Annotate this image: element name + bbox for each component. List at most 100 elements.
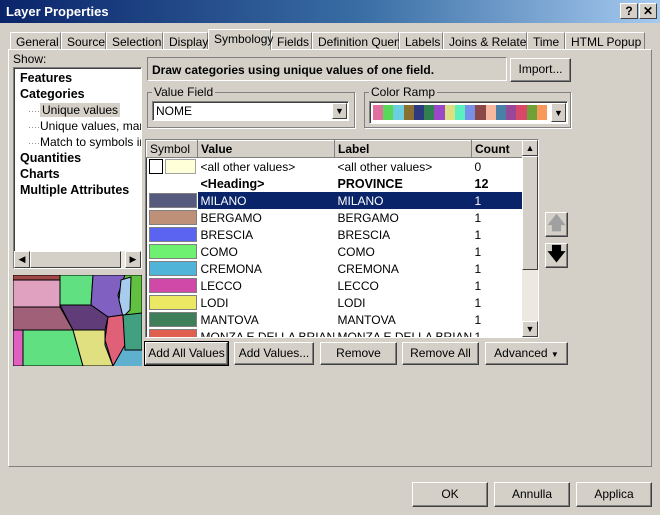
map-preview <box>13 275 142 366</box>
count-cell: 1 <box>471 192 523 209</box>
scroll-down-button[interactable]: ▼ <box>522 321 538 337</box>
symbol-swatch <box>148 244 197 259</box>
window-title: Layer Properties <box>6 4 109 19</box>
tab-selection[interactable]: Selection <box>106 32 163 50</box>
table-row[interactable]: LECCO LECCO 1 <box>147 277 523 294</box>
close-button[interactable]: ✕ <box>639 3 657 19</box>
value-field-value: NOME <box>156 104 192 118</box>
symbol-swatch <box>148 261 197 276</box>
count-cell: 1 <box>474 329 482 338</box>
add-all-values-button[interactable]: Add All Values <box>144 341 229 366</box>
count-cell: 1 <box>474 261 482 276</box>
tree-item[interactable]: ····Match to symbols in a <box>20 134 141 150</box>
table-row[interactable]: MANTOVA MANTOVA 1 <box>147 311 523 328</box>
col-symbol[interactable]: Symbol <box>146 140 198 158</box>
ok-button[interactable]: OK <box>412 482 488 507</box>
ramp-swatch <box>516 105 527 120</box>
col-value[interactable]: Value <box>197 140 335 158</box>
help-button[interactable]: ? <box>620 3 638 19</box>
tree-item[interactable]: ····Unique values, many <box>20 118 141 134</box>
tree-connector: ···· <box>28 138 40 148</box>
symbol-cell[interactable] <box>147 226 198 243</box>
table-vscrollbar[interactable]: ▲ ▼ <box>522 140 538 337</box>
symbol-cell[interactable] <box>147 209 198 226</box>
table-row[interactable]: BRESCIA BRESCIA 1 <box>147 226 523 243</box>
table-row[interactable]: CREMONA CREMONA 1 <box>147 260 523 277</box>
symbol-cell[interactable] <box>147 260 198 277</box>
label-cell: LODI <box>337 295 366 310</box>
label-cell: MILANO <box>334 192 472 209</box>
tree-item[interactable]: Quantities <box>20 150 141 166</box>
remove-button[interactable]: Remove <box>320 342 397 365</box>
symbol-swatch <box>148 312 197 327</box>
chevron-down-icon[interactable]: ▼ <box>332 103 347 119</box>
label-cell: MONZA E DELLA BRIANZA <box>337 329 472 338</box>
scroll-up-button[interactable]: ▲ <box>522 140 538 156</box>
col-count[interactable]: Count <box>471 140 523 158</box>
table-row[interactable]: MONZA E DELLA BRIANZAMONZA E DELLA BRIAN… <box>147 328 523 338</box>
value-field-group: Value Field NOME ▼ <box>147 85 355 128</box>
show-tree[interactable]: Features Categories ···· Unique values ····U… <box>13 67 142 269</box>
tab-symbology[interactable]: Symbology <box>208 29 273 50</box>
tab-html-popup[interactable]: HTML Popup <box>565 32 645 50</box>
table-row[interactable]: MILANO MILANO 1 <box>147 192 523 209</box>
tab-joins-relates[interactable]: Joins & Relates <box>443 32 532 50</box>
symbol-cell[interactable] <box>147 175 198 192</box>
chevron-down-icon[interactable]: ▼ <box>551 103 566 122</box>
scroll-thumb[interactable] <box>522 156 538 270</box>
tree-item[interactable]: Multiple Attributes <box>20 182 141 198</box>
table-row[interactable]: BERGAMO BERGAMO 1 <box>147 209 523 226</box>
tab-general[interactable]: General <box>10 32 61 50</box>
move-down-arrow-icon[interactable]: 🡇 <box>545 243 568 268</box>
tab-source[interactable]: Source <box>61 32 106 50</box>
symbol-cell[interactable] <box>147 311 198 328</box>
tree-item[interactable]: Features <box>20 70 141 86</box>
title-bar: Layer Properties <box>0 0 660 23</box>
color-ramp-select[interactable]: ▼ <box>369 101 568 124</box>
col-label[interactable]: Label <box>334 140 472 158</box>
symbol-cell[interactable] <box>147 243 198 260</box>
table-row[interactable]: <all other values> <all other values> 0 <box>147 158 523 176</box>
renderer-description: Draw categories using unique values of o… <box>147 57 507 81</box>
value-cell: <all other values> <box>200 159 296 174</box>
value-cell: MONZA E DELLA BRIANZA <box>200 329 335 338</box>
tree-item[interactable]: Charts <box>20 166 141 182</box>
scroll-thumb[interactable] <box>30 251 121 268</box>
advanced-button[interactable]: Advanced ▼ <box>485 342 568 365</box>
import-button[interactable]: Import... <box>510 58 571 82</box>
symbol-cell[interactable] <box>147 158 198 176</box>
tab-labels[interactable]: Labels <box>399 32 443 50</box>
tree-connector: ···· <box>28 122 40 132</box>
tab-time[interactable]: Time <box>527 32 565 50</box>
add-values-button[interactable]: Add Values... <box>234 342 314 365</box>
label-cell: CREMONA <box>337 261 399 276</box>
symbol-cell[interactable] <box>147 277 198 294</box>
remove-all-button[interactable]: Remove All <box>402 342 479 365</box>
tree-item[interactable]: ···· Unique values <box>20 102 141 118</box>
value-cell: MILANO <box>197 192 335 209</box>
move-up-arrow-icon[interactable]: 🡅 <box>545 212 568 237</box>
count-cell: 1 <box>474 244 482 259</box>
cancel-button[interactable]: Annulla <box>494 482 570 507</box>
symbol-swatch <box>148 193 197 208</box>
tab-fields[interactable]: Fields <box>271 32 312 50</box>
tree-item-label: Unique values, many <box>40 119 142 133</box>
scroll-left-button[interactable]: ◀ <box>14 251 30 268</box>
value-cell: LODI <box>200 295 229 310</box>
table-row[interactable]: LODI LODI 1 <box>147 294 523 311</box>
symbol-cell[interactable] <box>147 192 198 209</box>
scroll-right-button[interactable]: ▶ <box>125 251 141 268</box>
table-row[interactable]: COMO COMO 1 <box>147 243 523 260</box>
tree-hscrollbar[interactable]: ◀ ▶ <box>14 251 141 268</box>
apply-button[interactable]: Applica <box>576 482 652 507</box>
tab-display[interactable]: Display <box>163 32 208 50</box>
value-field-select[interactable]: NOME ▼ <box>152 101 349 121</box>
values-table[interactable]: Symbol Value Label Count <all other valu… <box>145 139 539 338</box>
tree-item[interactable]: Categories <box>20 86 141 102</box>
table-row[interactable]: <Heading> PROVINCE 12 <box>147 175 523 192</box>
symbol-cell[interactable] <box>147 328 198 337</box>
value-field-label: Value Field <box>152 85 216 99</box>
tab-definition-query[interactable]: Definition Query <box>312 32 404 50</box>
value-cell: COMO <box>200 244 238 259</box>
symbol-cell[interactable] <box>147 294 198 311</box>
